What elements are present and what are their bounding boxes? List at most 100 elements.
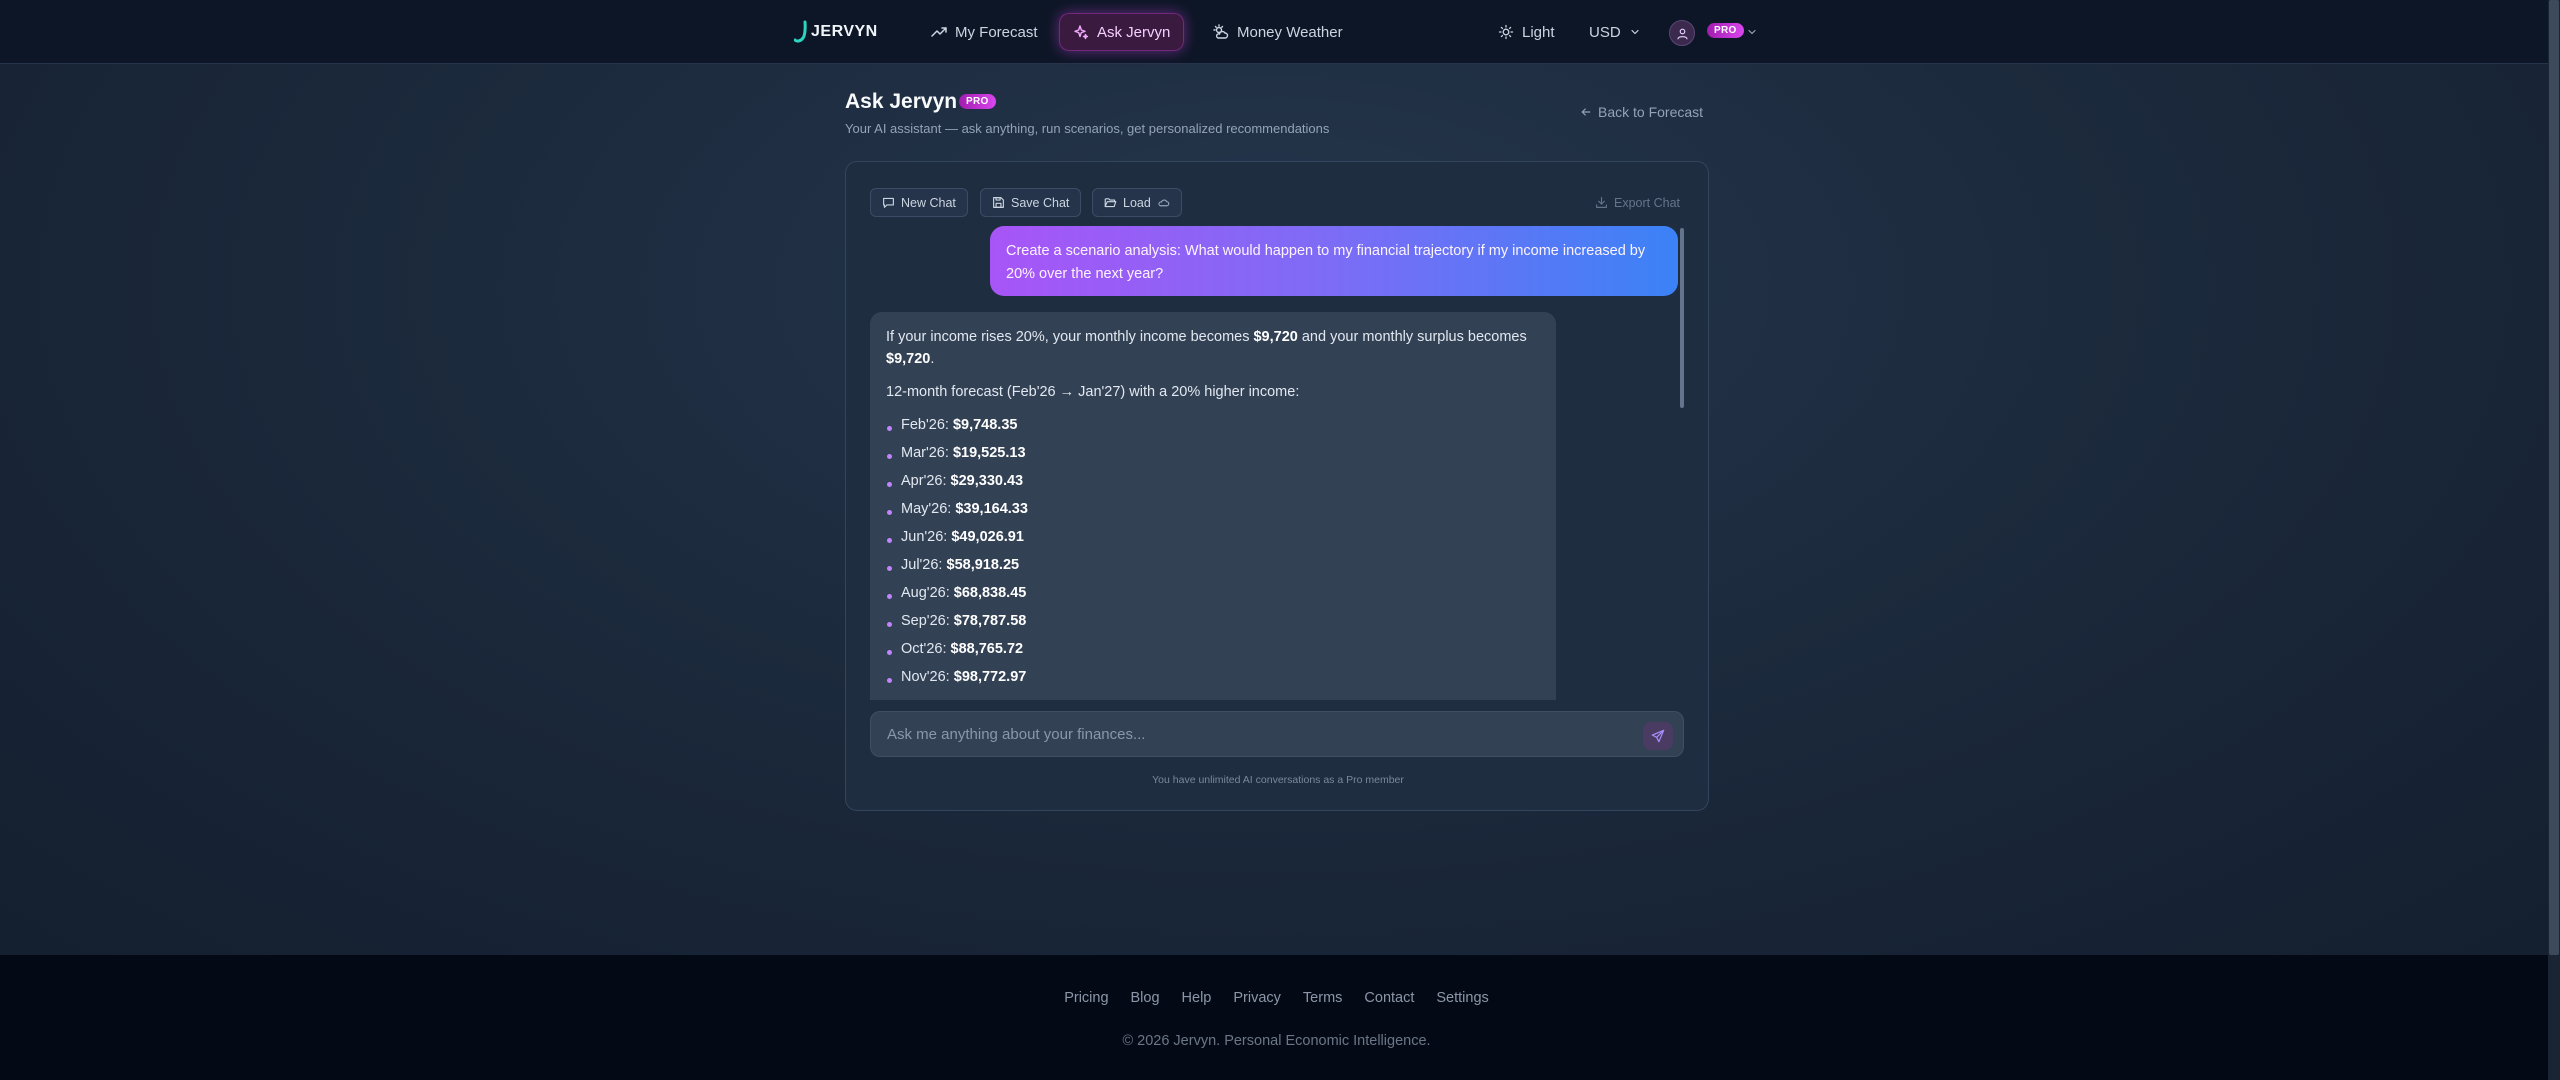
new-monthly-income: $9,720 <box>1253 329 1298 345</box>
arrow-left-icon <box>1581 108 1591 116</box>
forecast-value: $29,330.43 <box>950 473 1024 489</box>
forecast-value: $98,772.97 <box>953 669 1027 685</box>
footer-link-contact[interactable]: Contact <box>1364 990 1414 1006</box>
summary-text: . <box>930 351 935 367</box>
cloud-sun-icon <box>1213 24 1229 39</box>
new-chat-button[interactable]: New Chat <box>870 188 968 217</box>
user-icon <box>1676 28 1688 39</box>
forecast-month: Apr'26: <box>901 473 947 489</box>
theme-toggle[interactable]: Light <box>1484 13 1569 51</box>
forecast-value: $9,748.35 <box>952 417 1018 433</box>
bullet <box>887 481 892 487</box>
nav-money-weather[interactable]: Money Weather <box>1199 13 1357 51</box>
nav-ask-jervyn-label: Ask Jervyn <box>1097 23 1171 41</box>
chat-input[interactable] <box>887 712 1627 756</box>
message-scrollbar[interactable] <box>1680 228 1684 408</box>
forecast-month: Mar'26: <box>901 445 949 461</box>
back-to-forecast-link[interactable]: Back to Forecast <box>1580 104 1703 120</box>
forecast-value: $39,164.33 <box>955 501 1028 517</box>
list-item: Mar'26: $19,525.13 <box>886 439 1540 467</box>
export-chat-button[interactable]: Export Chat <box>1584 188 1691 217</box>
chat-input-box <box>870 711 1684 757</box>
footer-link-privacy[interactable]: Privacy <box>1233 990 1281 1006</box>
forecast-list: Feb'26: $9,748.35 Mar'26: $19,525.13 Apr… <box>886 411 1540 691</box>
chevron-down-icon <box>1631 29 1639 35</box>
forecast-month: Feb'26: <box>901 417 949 433</box>
summary-text: and your monthly surplus becomes <box>1297 329 1527 345</box>
forecast-value: $58,918.25 <box>946 557 1020 573</box>
list-item: Apr'26: $29,330.43 <box>886 467 1540 495</box>
page-scrollbar-thumb[interactable] <box>2549 0 2559 955</box>
logo-text: JERVYN <box>811 23 878 40</box>
bullet <box>887 509 892 515</box>
save-chat-button[interactable]: Save Chat <box>980 188 1082 217</box>
footer-link-pricing[interactable]: Pricing <box>1064 990 1108 1006</box>
page-subtitle: Your AI assistant — ask anything, run sc… <box>845 121 1330 136</box>
list-item: May'26: $39,164.33 <box>886 495 1540 523</box>
nav-my-forecast[interactable]: My Forecast <box>917 13 1052 51</box>
load-chat-button[interactable]: Load <box>1092 188 1182 217</box>
bullet <box>887 593 892 599</box>
user-message: Create a scenario analysis: What would h… <box>990 226 1678 296</box>
forecast-value: $19,525.13 <box>952 445 1026 461</box>
list-item: Sep'26: $78,787.58 <box>886 607 1540 635</box>
list-item: Nov'26: $98,772.97 <box>886 663 1540 691</box>
forecast-month: Sep'26: <box>901 613 950 629</box>
forecast-value: $49,026.91 <box>951 529 1024 545</box>
new-chat-label: New Chat <box>901 195 956 210</box>
bullet <box>887 621 892 627</box>
send-button[interactable] <box>1643 722 1673 750</box>
currency-select[interactable]: USD <box>1575 13 1655 51</box>
copyright: © 2026 Jervyn. Personal Economic Intelli… <box>1122 1033 1431 1049</box>
export-chat-label: Export Chat <box>1614 195 1681 210</box>
user-menu-chevron-icon[interactable] <box>1746 26 1758 38</box>
user-pro-badge: PRO <box>1707 23 1744 38</box>
save-chat-label: Save Chat <box>1011 195 1070 210</box>
cloud-icon <box>1158 199 1170 207</box>
back-to-forecast-label: Back to Forecast <box>1598 104 1704 120</box>
footer: Pricing Blog Help Privacy Terms Contact … <box>0 955 2548 1080</box>
title-pro-badge: PRO <box>959 94 996 109</box>
send-icon <box>1651 729 1665 743</box>
nav-money-weather-label: Money Weather <box>1237 23 1343 41</box>
list-item: Jul'26: $58,918.25 <box>886 551 1540 579</box>
list-item: Jun'26: $49,026.91 <box>886 523 1540 551</box>
bullet <box>887 677 892 683</box>
footer-link-help[interactable]: Help <box>1182 990 1212 1006</box>
assistant-summary: If your income rises 20%, your monthly i… <box>886 326 1540 370</box>
nav-ask-jervyn[interactable]: Ask Jervyn <box>1059 13 1185 51</box>
forecast-month: Aug'26: <box>901 585 950 601</box>
summary-text: If your income rises 20%, your monthly i… <box>886 329 1254 345</box>
user-avatar[interactable] <box>1669 20 1695 46</box>
sparkles-icon <box>1074 25 1089 40</box>
message-list[interactable]: Create a scenario analysis: What would h… <box>870 226 1684 700</box>
footer-link-terms[interactable]: Terms <box>1303 990 1342 1006</box>
currency-value: USD <box>1589 23 1621 41</box>
bullet <box>887 649 892 655</box>
message-square-icon <box>883 197 894 208</box>
forecast-intro: 12-month forecast (Feb'26 → Jan'27) with… <box>886 384 1300 400</box>
theme-toggle-label: Light <box>1522 23 1555 41</box>
forecast-month: May'26: <box>901 501 952 517</box>
input-note: You have unlimited AI conversations as a… <box>1152 774 1404 786</box>
top-nav: JERVYN My Forecast Ask Jervyn Money Weat… <box>0 0 2548 64</box>
list-item: Oct'26: $88,765.72 <box>886 635 1540 663</box>
logo-mark-icon <box>794 20 807 43</box>
logo[interactable]: JERVYN <box>794 18 878 46</box>
bullet <box>887 565 892 571</box>
save-icon <box>993 197 1004 208</box>
footer-link-settings[interactable]: Settings <box>1436 990 1488 1006</box>
bullet <box>887 425 892 431</box>
trending-up-icon <box>931 27 947 37</box>
forecast-month: Jun'26: <box>901 529 948 545</box>
list-item: Feb'26: $9,748.35 <box>886 411 1540 439</box>
forecast-value: $78,787.58 <box>953 613 1027 629</box>
sun-icon <box>1498 24 1514 40</box>
nav-my-forecast-label: My Forecast <box>955 23 1038 41</box>
download-icon <box>1596 197 1607 208</box>
bullet <box>887 537 892 543</box>
forecast-value: $68,838.45 <box>953 585 1027 601</box>
bullet <box>887 453 892 459</box>
load-chat-label: Load <box>1123 195 1151 210</box>
footer-link-blog[interactable]: Blog <box>1131 990 1160 1006</box>
